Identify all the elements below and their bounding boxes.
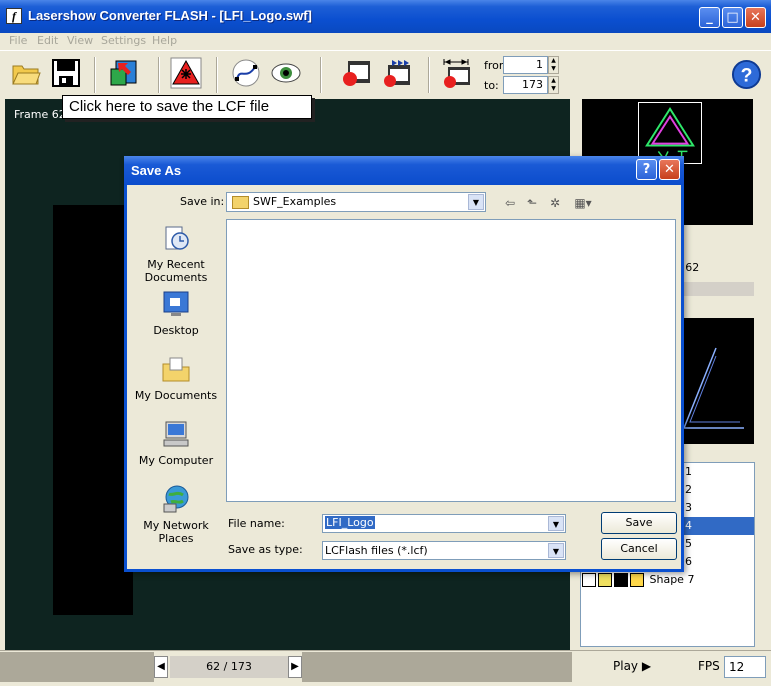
toolbar-separator	[216, 57, 218, 93]
save-button[interactable]: Save	[601, 512, 677, 534]
help-icon[interactable]: ?	[731, 59, 762, 90]
canvas-black-area	[53, 205, 133, 615]
play-icon: ▶	[641, 659, 652, 673]
toolbar-separator	[320, 57, 322, 93]
open-folder-icon[interactable]	[10, 57, 42, 89]
place-network[interactable]: My Network Places	[131, 484, 221, 545]
visibility-eye-icon[interactable]	[582, 573, 596, 587]
from-input[interactable]: 1	[503, 56, 548, 74]
chevron-down-icon[interactable]: ▼	[548, 516, 564, 531]
save-type-label: Save as type:	[228, 543, 303, 556]
menu-view[interactable]: View	[67, 34, 93, 47]
place-my-computer[interactable]: My Computer	[131, 419, 221, 467]
file-list-area[interactable]	[226, 219, 676, 502]
fill-icon[interactable]	[614, 573, 628, 587]
laser-warning-icon[interactable]	[170, 57, 202, 89]
maximize-button[interactable]: □	[722, 7, 743, 28]
minimize-button[interactable]: _	[699, 7, 720, 28]
save-callout-tooltip: Click here to save the LCF file	[62, 95, 312, 119]
menu-help[interactable]: Help	[152, 34, 177, 47]
save-type-value: LCFlash files (*.lcf)	[325, 544, 428, 557]
frame-label: Frame 62,	[14, 108, 70, 121]
shape-preview	[682, 318, 754, 444]
dialog-titlebar[interactable]	[124, 156, 684, 185]
prev-frame-button[interactable]: ◀	[154, 656, 168, 678]
save-disk-icon[interactable]	[50, 57, 82, 89]
places-bar: My Recent Documents Desktop My Documents…	[131, 217, 221, 557]
from-stepper[interactable]: ▲ ▼	[548, 56, 559, 74]
file-name-input[interactable]: LFI_Logo ▼	[322, 514, 566, 533]
toolbar-separator	[94, 57, 96, 93]
svg-text:?: ?	[741, 64, 753, 86]
film-forward-icon[interactable]	[380, 57, 412, 89]
place-label: My Computer	[138, 454, 214, 467]
to-input[interactable]: 173	[503, 76, 548, 94]
dialog-title: Save As	[131, 163, 182, 178]
new-folder-icon[interactable]: ✲	[547, 195, 563, 211]
desktop-icon	[163, 291, 189, 316]
status-left-panel	[0, 652, 154, 682]
play-label: Play	[613, 659, 639, 673]
chevron-down-icon[interactable]: ▼	[548, 543, 564, 558]
toolbar: from: to: 1 ▲ ▼ 173 ▲ ▼ ?	[0, 50, 771, 98]
fps-input[interactable]: 12	[724, 656, 766, 678]
my-computer-icon	[163, 421, 189, 447]
toolbar-separator	[428, 57, 430, 93]
path-edit-icon[interactable]	[230, 57, 262, 89]
chevron-down-icon[interactable]: ▼	[468, 194, 484, 210]
fps-label: FPS	[698, 659, 720, 673]
back-arrow-icon[interactable]: ⇦	[502, 195, 518, 211]
dialog-close-button[interactable]: ✕	[659, 159, 680, 180]
file-name-label: File name:	[228, 517, 285, 530]
my-documents-icon	[162, 357, 190, 382]
view-menu-icon[interactable]: ▦▾	[570, 195, 596, 211]
to-stepper[interactable]: ▲ ▼	[548, 76, 559, 94]
status-mid-panel	[302, 652, 572, 682]
up-folder-icon[interactable]: ⬑	[524, 195, 540, 211]
save-in-combo[interactable]: SWF_Examples ▼	[226, 192, 486, 212]
shape-7-row[interactable]: Shape 7	[582, 572, 702, 588]
place-label: My Network Places	[143, 519, 209, 545]
search-icon[interactable]	[630, 573, 644, 587]
menu-file[interactable]: File	[9, 34, 27, 47]
save-in-value: SWF_Examples	[253, 195, 337, 208]
close-button[interactable]: ✕	[745, 7, 766, 28]
horizontal-scrollbar[interactable]	[682, 282, 754, 296]
cancel-button[interactable]: Cancel	[601, 538, 677, 560]
window-title: Lasershow Converter FLASH - [LFI_Logo.sw…	[28, 8, 312, 23]
dialog-help-button[interactable]: ?	[636, 159, 657, 180]
toolbar-separator	[158, 57, 160, 93]
film-record-icon[interactable]	[340, 57, 372, 89]
shape-7-label: Shape 7	[649, 573, 695, 586]
place-label: My Documents	[134, 389, 218, 402]
place-label: Desktop	[153, 324, 199, 337]
film-range-icon[interactable]	[440, 57, 472, 89]
logo-thumbnail[interactable]	[638, 102, 702, 164]
play-button[interactable]: Play ▶	[613, 659, 651, 673]
to-label: to:	[484, 79, 499, 92]
menu-edit[interactable]: Edit	[37, 34, 58, 47]
network-places-icon	[163, 485, 189, 513]
place-label: My Recent Documents	[144, 258, 208, 284]
place-my-documents[interactable]: My Documents	[131, 354, 221, 402]
app-icon: f	[6, 8, 22, 24]
frame-counter: 62 / 173	[170, 656, 288, 678]
place-recent-documents[interactable]: My Recent Documents	[131, 223, 221, 284]
menu-bar: File Edit View Settings Help	[0, 33, 771, 50]
menu-settings[interactable]: Settings	[101, 34, 146, 47]
color-icon[interactable]	[598, 573, 612, 587]
next-frame-button[interactable]: ▶	[288, 656, 302, 678]
save-type-select[interactable]: LCFlash files (*.lcf) ▼	[322, 541, 566, 560]
recent-documents-icon	[165, 226, 189, 250]
place-desktop[interactable]: Desktop	[131, 289, 221, 337]
file-name-value: LFI_Logo	[325, 516, 375, 529]
save-in-label: Save in:	[180, 195, 225, 208]
export-icon[interactable]	[108, 57, 140, 89]
eye-preview-icon[interactable]	[270, 57, 302, 89]
folder-icon	[232, 196, 249, 209]
